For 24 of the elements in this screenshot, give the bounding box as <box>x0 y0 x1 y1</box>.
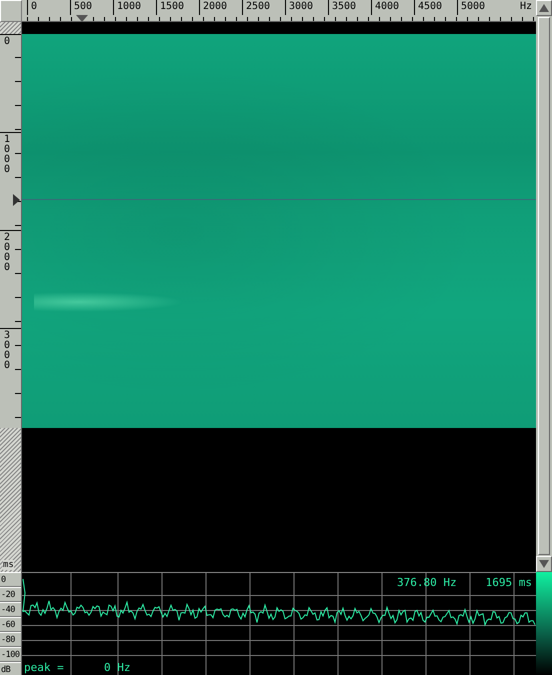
up-arrow-icon <box>538 3 550 13</box>
peak-label: peak = <box>24 661 64 674</box>
scrollbar[interactable] <box>536 0 552 572</box>
down-arrow-icon <box>538 559 550 569</box>
time-label: 1000 <box>4 135 10 175</box>
time-label: 0 <box>4 37 10 47</box>
frequency-readout: 376.80 Hz <box>397 576 457 589</box>
db-label: -80 <box>0 632 21 647</box>
db-unit: dB <box>0 662 21 675</box>
scroll-down-button[interactable] <box>536 556 552 572</box>
db-label: 0 <box>0 572 21 587</box>
time-unit: ms <box>3 560 14 570</box>
time-label: 3000 <box>4 331 10 371</box>
db-label: -40 <box>0 602 21 617</box>
db-label: -20 <box>0 587 21 602</box>
time-label: 2000 <box>4 233 10 273</box>
db-label: -100 <box>0 647 21 662</box>
time-readout: 1695 ms <box>486 576 532 589</box>
hatched-area <box>0 22 21 34</box>
db-label: -60 <box>0 617 21 632</box>
scroll-up-button[interactable] <box>536 0 552 16</box>
cursor-marker-icon[interactable] <box>13 194 20 206</box>
peak-value: 0 Hz <box>104 661 130 674</box>
scrollbar-thumb[interactable] <box>538 17 550 555</box>
